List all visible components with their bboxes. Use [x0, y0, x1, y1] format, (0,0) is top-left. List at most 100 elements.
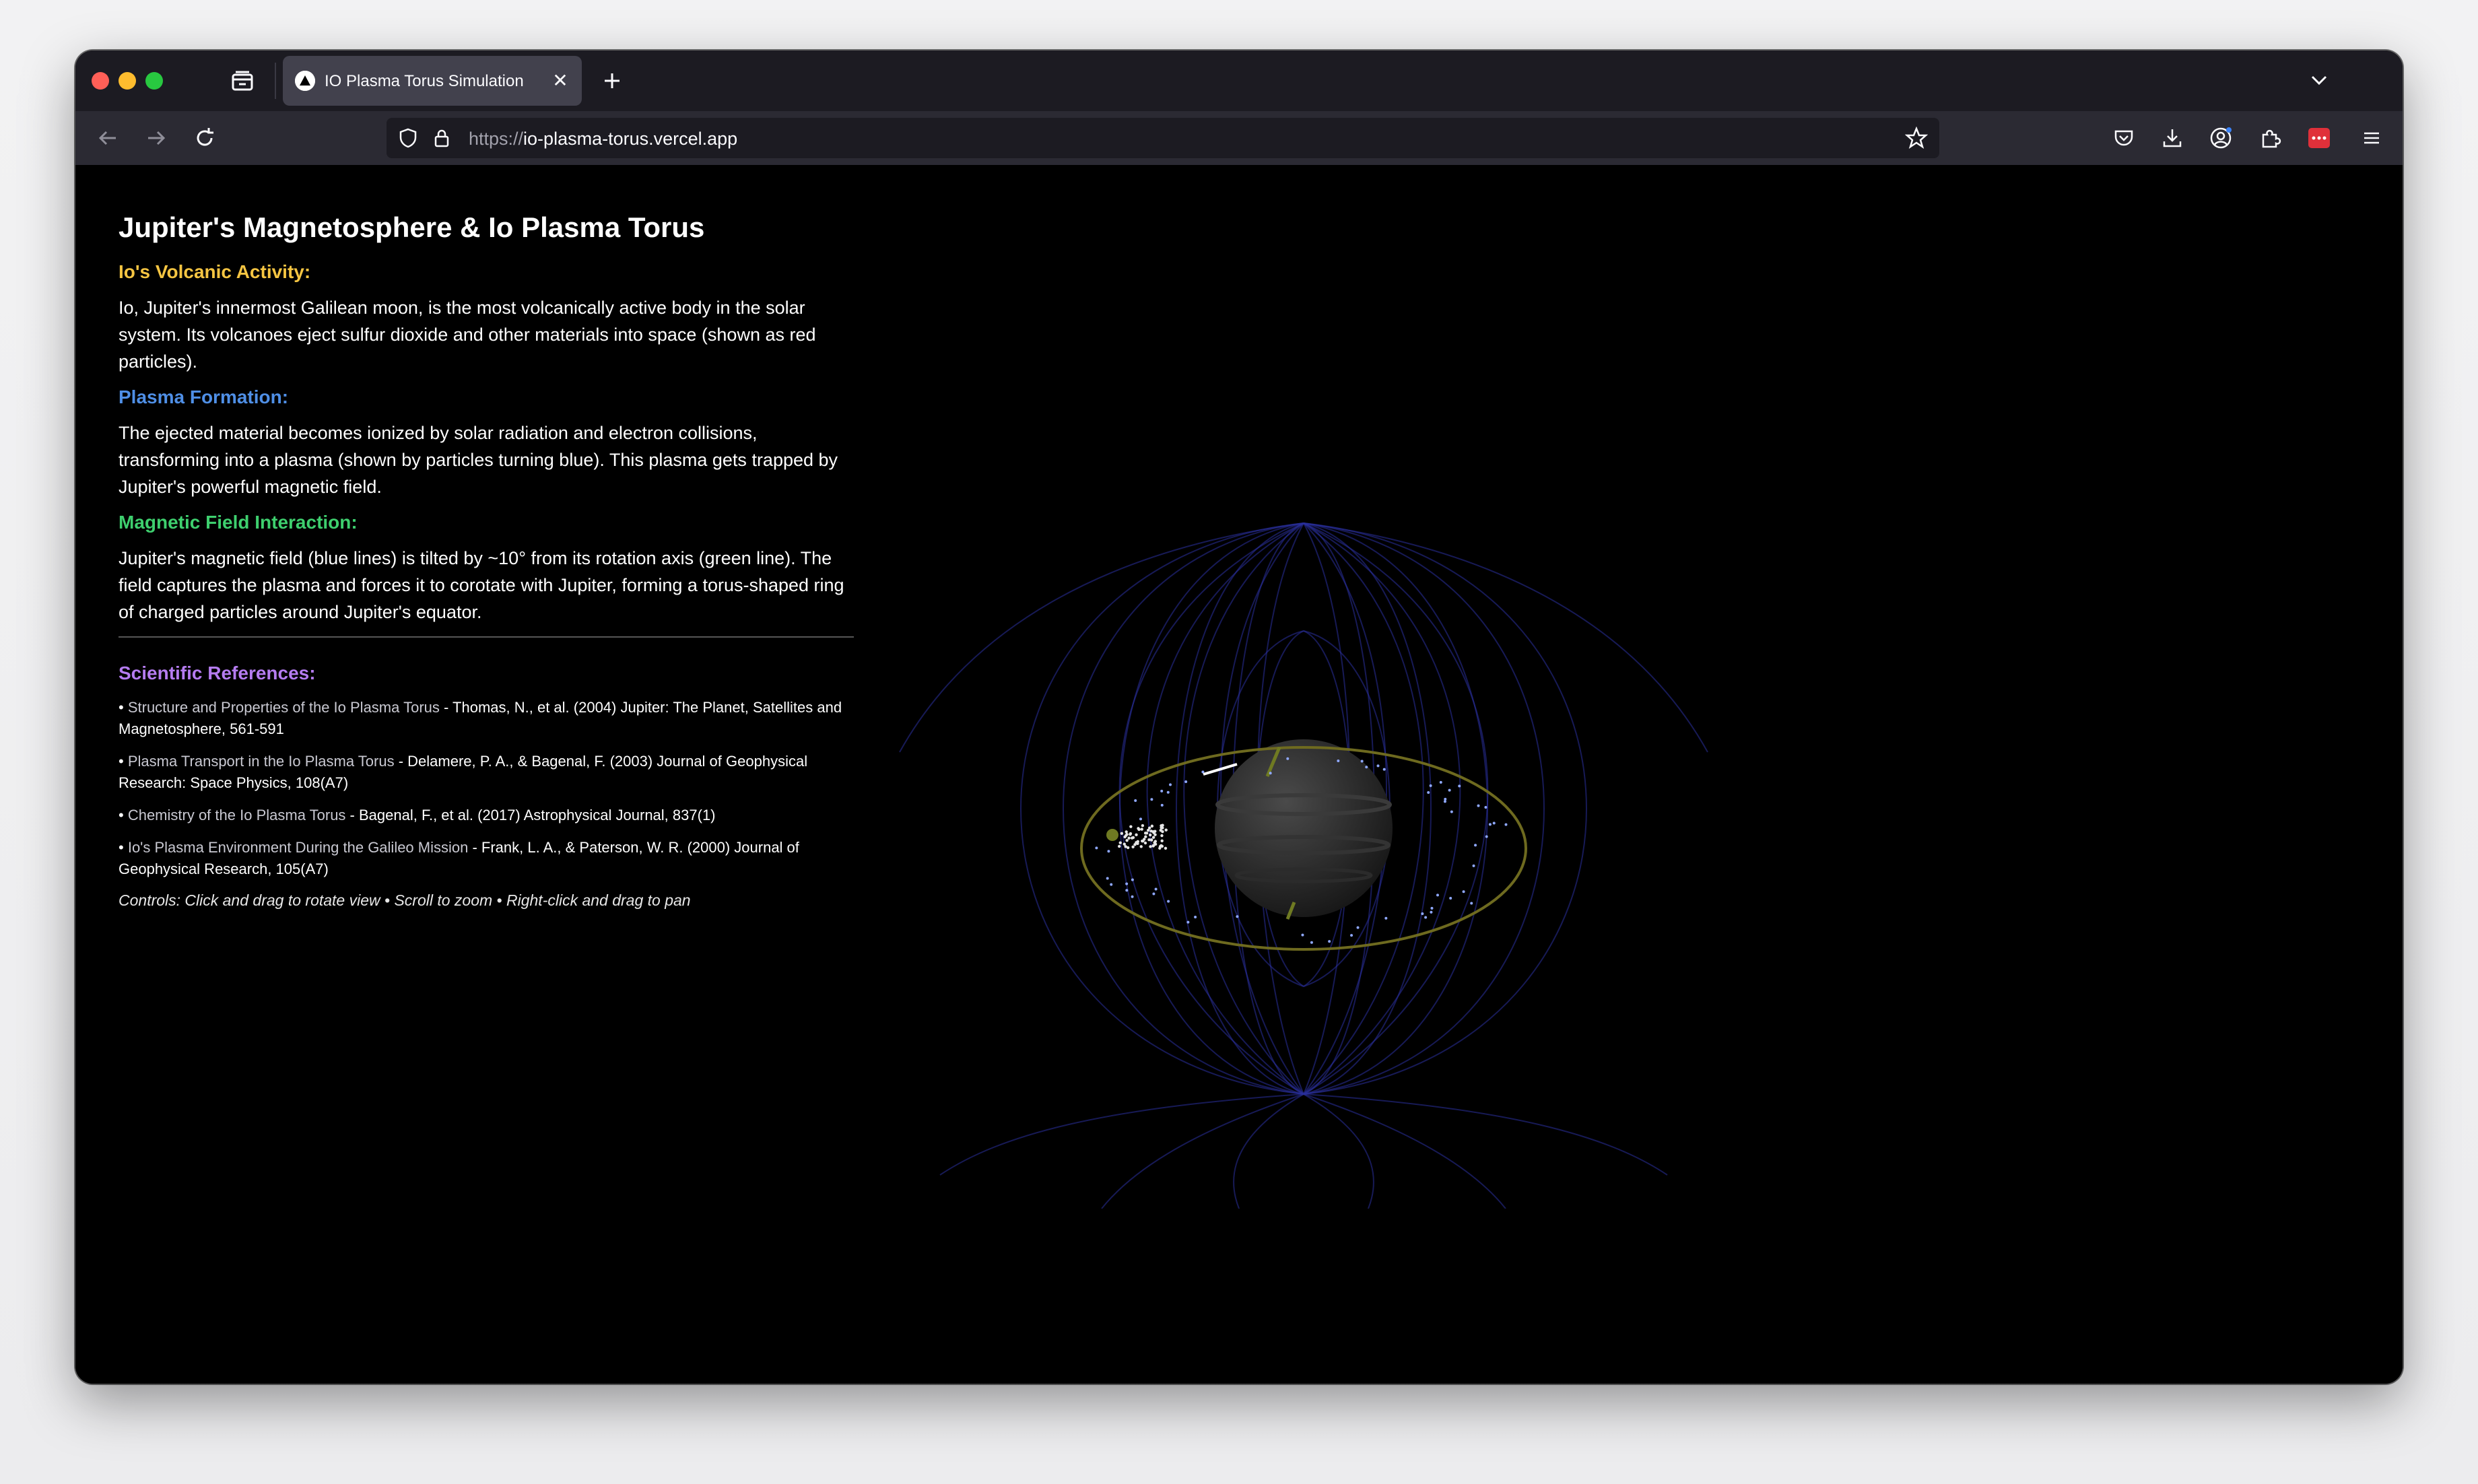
hamburger-menu-icon[interactable]	[2358, 125, 2385, 151]
simulation-canvas[interactable]	[857, 468, 1725, 1209]
io-moon	[1106, 829, 1118, 841]
bullet: •	[119, 839, 124, 856]
plasma-particle	[1458, 784, 1461, 788]
plasma-particle	[1360, 760, 1364, 763]
plasma-particle	[1474, 844, 1477, 847]
plasma-particle	[1125, 882, 1129, 885]
plasma-particle	[1135, 833, 1138, 837]
section-heading-magnetic: Magnetic Field Interaction:	[119, 512, 358, 533]
reference-title: Structure and Properties of the Io Plasm…	[127, 699, 440, 716]
forward-arrow-icon[interactable]	[143, 125, 170, 151]
reference-item: • Io's Plasma Environment During the Gal…	[119, 837, 854, 880]
section-text-volcanic: Io, Jupiter's innermost Galilean moon, i…	[119, 298, 816, 372]
plasma-particle	[1301, 933, 1304, 937]
field-line	[1303, 1093, 1668, 1176]
url-text[interactable]: https://io-plasma-torus.vercel.app	[469, 129, 737, 149]
close-window-button[interactable]	[92, 72, 109, 90]
plasma-particle	[1160, 834, 1164, 838]
plasma-particle	[1125, 830, 1128, 834]
plasma-particle	[1118, 841, 1122, 844]
pocket-icon[interactable]	[2110, 125, 2137, 151]
plasma-particle	[1160, 803, 1164, 807]
references-heading: Scientific References:	[119, 663, 316, 683]
downloads-icon[interactable]	[2159, 125, 2186, 151]
plasma-particle	[1186, 920, 1190, 924]
bookmark-star-icon[interactable]	[1903, 125, 1930, 151]
address-bar[interactable]: https://io-plasma-torus.vercel.app	[387, 118, 1939, 158]
plasma-particle	[1448, 788, 1451, 792]
plasma-particle	[1439, 780, 1442, 784]
extension-menu-icon[interactable]	[2308, 128, 2330, 148]
field-line	[939, 1093, 1304, 1176]
extensions-puzzle-icon[interactable]	[2257, 125, 2284, 151]
plasma-particle	[1382, 768, 1386, 771]
maximize-window-button[interactable]	[145, 72, 163, 90]
section-heading-plasma: Plasma Formation:	[119, 386, 289, 407]
plasma-particle	[1141, 823, 1145, 828]
plasma-particle	[1450, 810, 1453, 813]
section-heading-volcanic: Io's Volcanic Activity:	[119, 261, 311, 282]
plasma-particle	[1131, 845, 1135, 849]
field-line	[1303, 1093, 1374, 1209]
plasma-particle	[1504, 823, 1508, 826]
plasma-particle	[1129, 825, 1133, 828]
plasma-particle	[1484, 805, 1487, 809]
plasma-particle	[1328, 940, 1331, 943]
plasma-particle	[1488, 823, 1492, 826]
plasma-particle	[1164, 846, 1168, 850]
plasma-particle	[1152, 892, 1156, 896]
tab-close-icon[interactable]: ✕	[548, 69, 572, 93]
field-line	[1233, 1093, 1304, 1209]
plasma-particle	[1143, 841, 1147, 845]
lock-icon[interactable]	[428, 125, 455, 151]
reference-title: Chemistry of the Io Plasma Torus	[127, 807, 346, 823]
tab-io-plasma-torus[interactable]: IO Plasma Torus Simulation ✕	[283, 56, 582, 106]
page-title: Jupiter's Magnetosphere & Io Plasma Toru…	[119, 211, 705, 243]
plasma-particle	[1153, 840, 1158, 843]
plasma-particle	[1470, 902, 1473, 905]
plasma-particle	[1124, 834, 1128, 838]
account-icon[interactable]	[2207, 125, 2234, 151]
plasma-particle	[1126, 846, 1130, 850]
plasma-particle	[1141, 839, 1144, 843]
info-panel: Jupiter's Magnetosphere & Io Plasma Toru…	[119, 211, 854, 911]
plasma-particle	[1429, 784, 1432, 787]
plasma-particle	[1159, 829, 1162, 832]
plasma-particle	[1356, 926, 1360, 929]
plasma-particle	[1127, 836, 1131, 840]
controls-hint: Controls: Click and drag to rotate view …	[119, 891, 691, 909]
browser-window: IO Plasma Torus Simulation ✕ https://io-…	[75, 50, 2403, 1384]
reference-item: • Structure and Properties of the Io Pla…	[119, 697, 854, 740]
firefox-view-icon[interactable]	[229, 68, 256, 95]
plasma-particle	[1118, 844, 1121, 848]
plasma-particle	[1194, 915, 1197, 918]
plasma-particle	[1120, 832, 1124, 835]
plasma-particle	[1095, 846, 1098, 850]
plasma-particle	[1150, 798, 1153, 801]
shield-icon[interactable]	[395, 125, 422, 151]
plasma-particle	[1443, 800, 1446, 803]
plasma-particle	[1147, 826, 1151, 830]
new-tab-icon[interactable]	[597, 65, 628, 96]
reload-icon[interactable]	[191, 125, 218, 151]
plasma-particle	[1131, 895, 1134, 898]
bullet: •	[119, 753, 124, 770]
plasma-particle	[1430, 910, 1433, 914]
plasma-particle	[1164, 828, 1168, 832]
list-all-tabs-chevron-icon[interactable]	[2306, 67, 2333, 94]
plasma-particle	[1154, 887, 1158, 891]
plasma-particle	[1150, 824, 1154, 828]
plasma-particle	[1144, 835, 1147, 838]
plasma-particle	[1143, 832, 1147, 835]
plasma-particle	[1151, 844, 1155, 848]
plasma-particle	[1160, 824, 1163, 828]
bullet: •	[119, 807, 124, 823]
plasma-particle	[1135, 841, 1138, 844]
plasma-particle	[1148, 833, 1152, 837]
back-arrow-icon[interactable]	[94, 125, 121, 151]
plasma-particle	[1430, 906, 1434, 910]
reference-detail: - Bagenal, F., et al. (2017) Astrophysic…	[345, 807, 716, 823]
field-line	[1101, 1093, 1304, 1209]
section-text-magnetic: Jupiter's magnetic field (blue lines) is…	[119, 548, 844, 622]
minimize-window-button[interactable]	[119, 72, 136, 90]
